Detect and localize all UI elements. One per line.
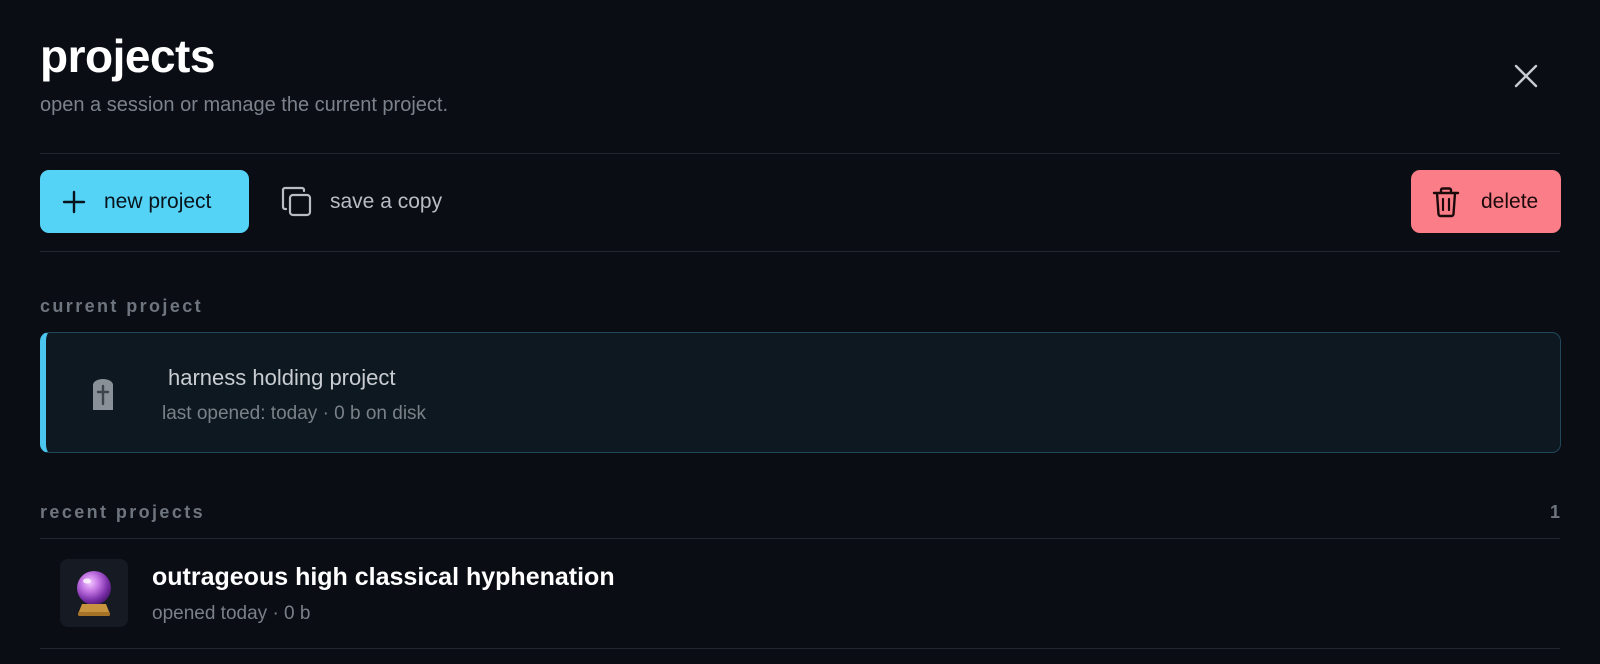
copy-icon: [281, 186, 312, 216]
page-subtitle: open a session or manage the current pro…: [40, 94, 449, 116]
current-project-heading: current project: [40, 296, 204, 316]
page-title: projects: [40, 30, 215, 82]
current-project-card[interactable]: harness holding project last opened: tod…: [40, 332, 1561, 453]
current-project-name: harness holding project: [168, 365, 396, 390]
save-copy-button[interactable]: save a copy: [280, 170, 442, 233]
recent-projects-heading: recent projects: [40, 502, 206, 522]
new-project-label: new project: [104, 189, 212, 213]
plus-icon: [62, 190, 86, 213]
projects-panel: projects open a session or manage the cu…: [0, 0, 1600, 664]
recent-project-name: outrageous high classical hyphenation: [152, 563, 615, 591]
save-copy-label: save a copy: [330, 189, 443, 213]
recent-project-meta: opened today · 0 b: [152, 603, 311, 624]
current-project-meta: last opened: today · 0 b on disk: [162, 403, 427, 424]
recent-project-item[interactable]: outrageous high classical hyphenation op…: [40, 539, 1561, 649]
header-divider: [40, 153, 1560, 154]
crystal-ball-icon: [77, 571, 111, 616]
recent-projects-count: 1: [1549, 502, 1560, 522]
trash-icon: [1432, 186, 1460, 217]
delete-label: delete: [1481, 189, 1539, 213]
list-bottom-divider: [40, 648, 1560, 649]
tombstone-icon: [93, 379, 113, 410]
close-button[interactable]: [1510, 60, 1542, 92]
close-icon: [1514, 64, 1538, 88]
recent-project-thumb: [60, 559, 128, 627]
toolbar-divider: [40, 251, 1560, 252]
delete-button[interactable]: delete: [1411, 170, 1561, 233]
new-project-button[interactable]: new project: [40, 170, 249, 233]
